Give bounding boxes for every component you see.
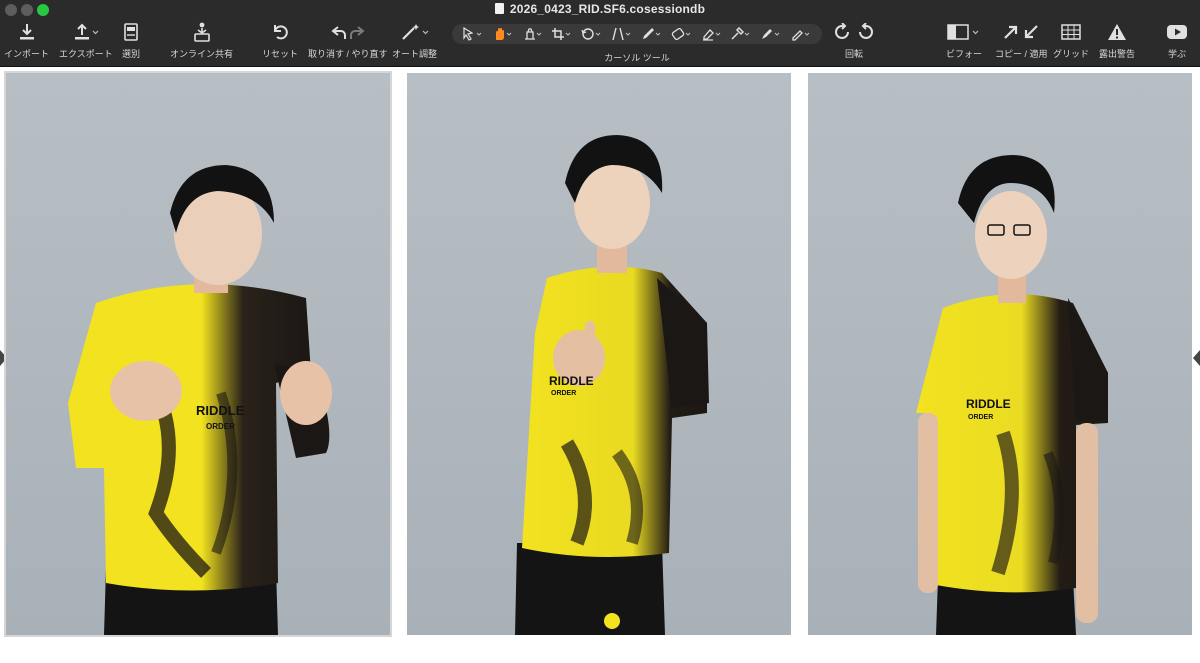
brush-tool[interactable] bbox=[641, 27, 663, 41]
window-title-area: 2026_0423_RID.SF6.cosessiondb bbox=[0, 2, 1200, 16]
annotate-tool[interactable] bbox=[760, 27, 782, 41]
before-label: ビフォー bbox=[946, 49, 983, 59]
toolbar: 2026_0423_RID.SF6.cosessiondb インポート エクスポ… bbox=[0, 0, 1200, 67]
jersey-text-3: RIDDLE bbox=[966, 397, 1011, 411]
keystone-tool[interactable] bbox=[611, 27, 633, 41]
cursor-tools-group bbox=[452, 24, 822, 44]
reset-icon bbox=[271, 20, 289, 44]
photo-thumbnail-1[interactable]: RIDDLE ORDER bbox=[4, 71, 392, 637]
jersey-text-1: RIDDLE bbox=[196, 403, 245, 418]
eraser-tool[interactable] bbox=[701, 27, 723, 41]
grid-label: グリッド bbox=[1053, 49, 1090, 59]
image-viewer: RIDDLE ORDER RIDDLE ORDER RIDDLE ORDER bbox=[0, 67, 1200, 663]
undo-redo-button[interactable]: 取り消す / やり直す bbox=[308, 20, 388, 60]
color-picker-tool[interactable] bbox=[730, 27, 752, 41]
export-label: エクスポート bbox=[59, 49, 113, 59]
export-button[interactable]: エクスポート bbox=[59, 20, 113, 60]
import-icon bbox=[18, 20, 36, 44]
svg-text:ORDER: ORDER bbox=[551, 390, 576, 397]
select-button[interactable]: 選別 bbox=[122, 20, 140, 60]
select-icon bbox=[123, 20, 139, 44]
player-photo-1: RIDDLE ORDER bbox=[68, 165, 332, 635]
online-share-button[interactable]: オンライン共有 bbox=[170, 20, 233, 60]
capture-one-window: 2026_0423_RID.SF6.cosessiondb インポート エクスポ… bbox=[0, 0, 1200, 663]
grid-icon bbox=[1060, 20, 1082, 44]
learn-label: 学ぶ bbox=[1167, 49, 1186, 59]
document-icon bbox=[494, 3, 504, 14]
photo-thumbnail-2[interactable]: RIDDLE ORDER bbox=[407, 73, 791, 635]
rotate-button[interactable]: 回転 bbox=[834, 20, 874, 60]
copy-apply-icons bbox=[1001, 20, 1041, 44]
magic-wand-icon bbox=[400, 20, 430, 44]
grid-button[interactable]: グリッド bbox=[1053, 20, 1089, 60]
exposure-warning-label: 露出警告 bbox=[1099, 49, 1136, 59]
svg-text:ORDER: ORDER bbox=[206, 422, 235, 431]
auto-adjust-label: オート調整 bbox=[392, 49, 438, 59]
window-title: 2026_0423_RID.SF6.cosessiondb bbox=[509, 2, 706, 16]
before-button[interactable]: ビフォー bbox=[946, 20, 982, 60]
copy-apply-button[interactable]: コピー / 適用 bbox=[995, 20, 1048, 60]
rotate-icons bbox=[834, 20, 874, 44]
player-photo-2: RIDDLE ORDER bbox=[515, 135, 709, 635]
cursor-tools-label: カーソル ツール bbox=[604, 53, 670, 63]
warning-icon bbox=[1107, 20, 1127, 44]
pan-hand-tool[interactable] bbox=[492, 27, 514, 41]
loupe-tool[interactable] bbox=[522, 27, 544, 41]
svg-text:ORDER: ORDER bbox=[968, 414, 993, 421]
rotate-label: 回転 bbox=[844, 49, 863, 59]
reset-button[interactable]: リセット bbox=[262, 20, 298, 60]
select-label: 選別 bbox=[122, 49, 141, 59]
exposure-warning-button[interactable]: 露出警告 bbox=[1099, 20, 1135, 60]
copy-apply-label: コピー / 適用 bbox=[995, 49, 1048, 59]
undo-redo-icons bbox=[330, 20, 366, 44]
auto-adjust-button[interactable]: オート調整 bbox=[392, 20, 437, 60]
import-label: インポート bbox=[4, 49, 50, 59]
online-share-icon bbox=[191, 20, 213, 44]
gradient-mask-tool[interactable] bbox=[671, 27, 693, 41]
import-button[interactable]: インポート bbox=[4, 20, 49, 60]
photo-thumbnail-3[interactable]: RIDDLE ORDER bbox=[808, 73, 1192, 635]
export-icon bbox=[73, 20, 99, 44]
reset-label: リセット bbox=[262, 49, 299, 59]
jersey-text-2: RIDDLE bbox=[549, 374, 594, 388]
before-after-icon bbox=[946, 20, 982, 44]
youtube-play-icon bbox=[1166, 20, 1188, 44]
pointer-tool[interactable] bbox=[462, 27, 484, 41]
undo-redo-label: 取り消す / やり直す bbox=[308, 49, 388, 59]
heal-tool[interactable] bbox=[790, 27, 812, 41]
online-share-label: オンライン共有 bbox=[170, 49, 234, 59]
next-image-arrow[interactable] bbox=[1193, 350, 1200, 366]
player-photo-3: RIDDLE ORDER bbox=[916, 155, 1108, 635]
crop-tool[interactable] bbox=[551, 27, 573, 41]
rotate-tool[interactable] bbox=[581, 27, 603, 41]
learn-button[interactable]: 学ぶ bbox=[1166, 20, 1188, 60]
